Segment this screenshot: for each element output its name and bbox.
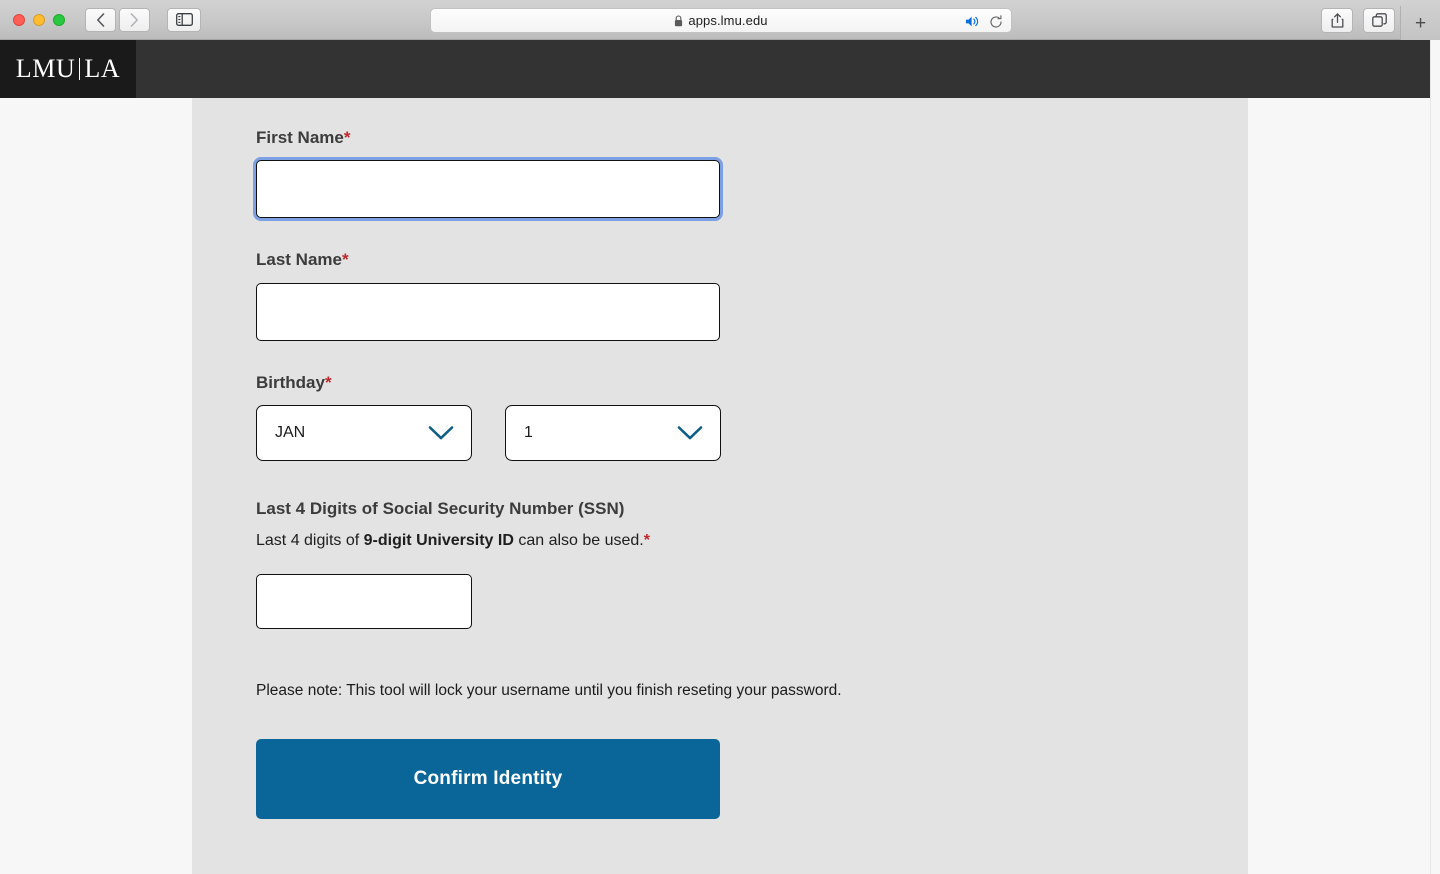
birthday-group: Birthday* JAN 1 [256, 373, 876, 462]
address-bar[interactable]: apps.lmu.edu [430, 8, 1012, 33]
birth-day-value: 1 [524, 424, 533, 442]
birth-day-select-wrap: 1 [505, 405, 721, 462]
required-asterisk: * [341, 250, 349, 270]
toolbar-right-actions [1321, 8, 1395, 33]
required-asterisk: * [324, 372, 332, 392]
lock-icon [675, 14, 683, 26]
address-bar-actions [965, 9, 1003, 34]
last-name-label: Last Name* [256, 250, 876, 270]
identity-confirmation-form: First Name* Last Name* Birthday* JAN 1 L… [256, 128, 876, 820]
first-name-label-text: First Name [256, 128, 344, 147]
ssn-hint-suffix: can also be used. [513, 532, 644, 550]
last-name-input[interactable] [256, 282, 720, 341]
birth-month-select[interactable]: JAN [256, 405, 472, 462]
chevron-right-icon [130, 12, 138, 27]
reload-icon[interactable] [989, 14, 1003, 29]
maximize-window-button[interactable] [53, 13, 65, 26]
sidebar-toggle-button[interactable] [167, 7, 201, 32]
url-text: apps.lmu.edu [688, 13, 768, 28]
birthday-label: Birthday* [256, 373, 876, 393]
birth-month-value: JAN [275, 424, 306, 442]
browser-toolbar: apps.lmu.edu + [0, 0, 1440, 40]
share-button[interactable] [1321, 8, 1353, 33]
close-window-button[interactable] [13, 13, 25, 26]
content-panel: First Name* Last Name* Birthday* JAN 1 L… [192, 98, 1248, 874]
ssn-title: Last 4 Digits of Social Security Number … [256, 499, 625, 519]
required-asterisk: * [643, 532, 650, 550]
ssn-group: Last 4 Digits of Social Security Number … [256, 499, 876, 629]
share-icon [1331, 13, 1343, 28]
logo-left-text: LMU [15, 54, 76, 83]
minimize-window-button[interactable] [33, 13, 45, 26]
first-name-group: First Name* [256, 128, 876, 219]
window-scroll-edge[interactable] [1430, 40, 1440, 874]
ssn-hint-bold: 9-digit University ID [363, 532, 514, 550]
lmu-logo[interactable]: LMU LA [0, 40, 136, 98]
site-header: LMU LA [0, 40, 1430, 98]
tab-overview-button[interactable] [1363, 8, 1395, 33]
ssn-input[interactable] [256, 573, 472, 629]
first-name-input[interactable] [256, 160, 720, 219]
confirm-identity-button[interactable]: Confirm Identity [256, 739, 720, 820]
forward-button[interactable] [119, 7, 150, 32]
speaker-playing-icon[interactable] [965, 15, 981, 28]
first-name-label: First Name* [256, 128, 876, 148]
logo-divider [79, 58, 81, 80]
lock-warning-note: Please note: This tool will lock your us… [256, 681, 842, 699]
birth-month-select-wrap: JAN [256, 405, 472, 462]
birth-day-select[interactable]: 1 [505, 405, 721, 462]
last-name-label-text: Last Name [256, 250, 342, 270]
ssn-hint-prefix: Last 4 digits of [256, 532, 364, 550]
url-display: apps.lmu.edu [674, 13, 768, 28]
required-asterisk: * [343, 128, 351, 147]
last-name-group: Last Name* [256, 250, 876, 341]
logo-right-text: LA [84, 54, 121, 83]
navigation-buttons [85, 7, 150, 32]
back-button[interactable] [85, 7, 116, 32]
chevron-left-icon [97, 12, 105, 27]
sidebar-toggle-icon [175, 13, 193, 26]
window-controls [13, 13, 65, 26]
birthday-selects: JAN 1 [256, 405, 876, 462]
new-tab-button[interactable]: + [1400, 6, 1440, 40]
tab-overview-icon [1371, 13, 1387, 27]
birthday-label-text: Birthday [256, 372, 325, 392]
page-background: First Name* Last Name* Birthday* JAN 1 L… [0, 98, 1430, 874]
logo-text: LMU LA [16, 56, 120, 82]
ssn-hint: Last 4 digits of 9-digit University ID c… [256, 531, 876, 552]
